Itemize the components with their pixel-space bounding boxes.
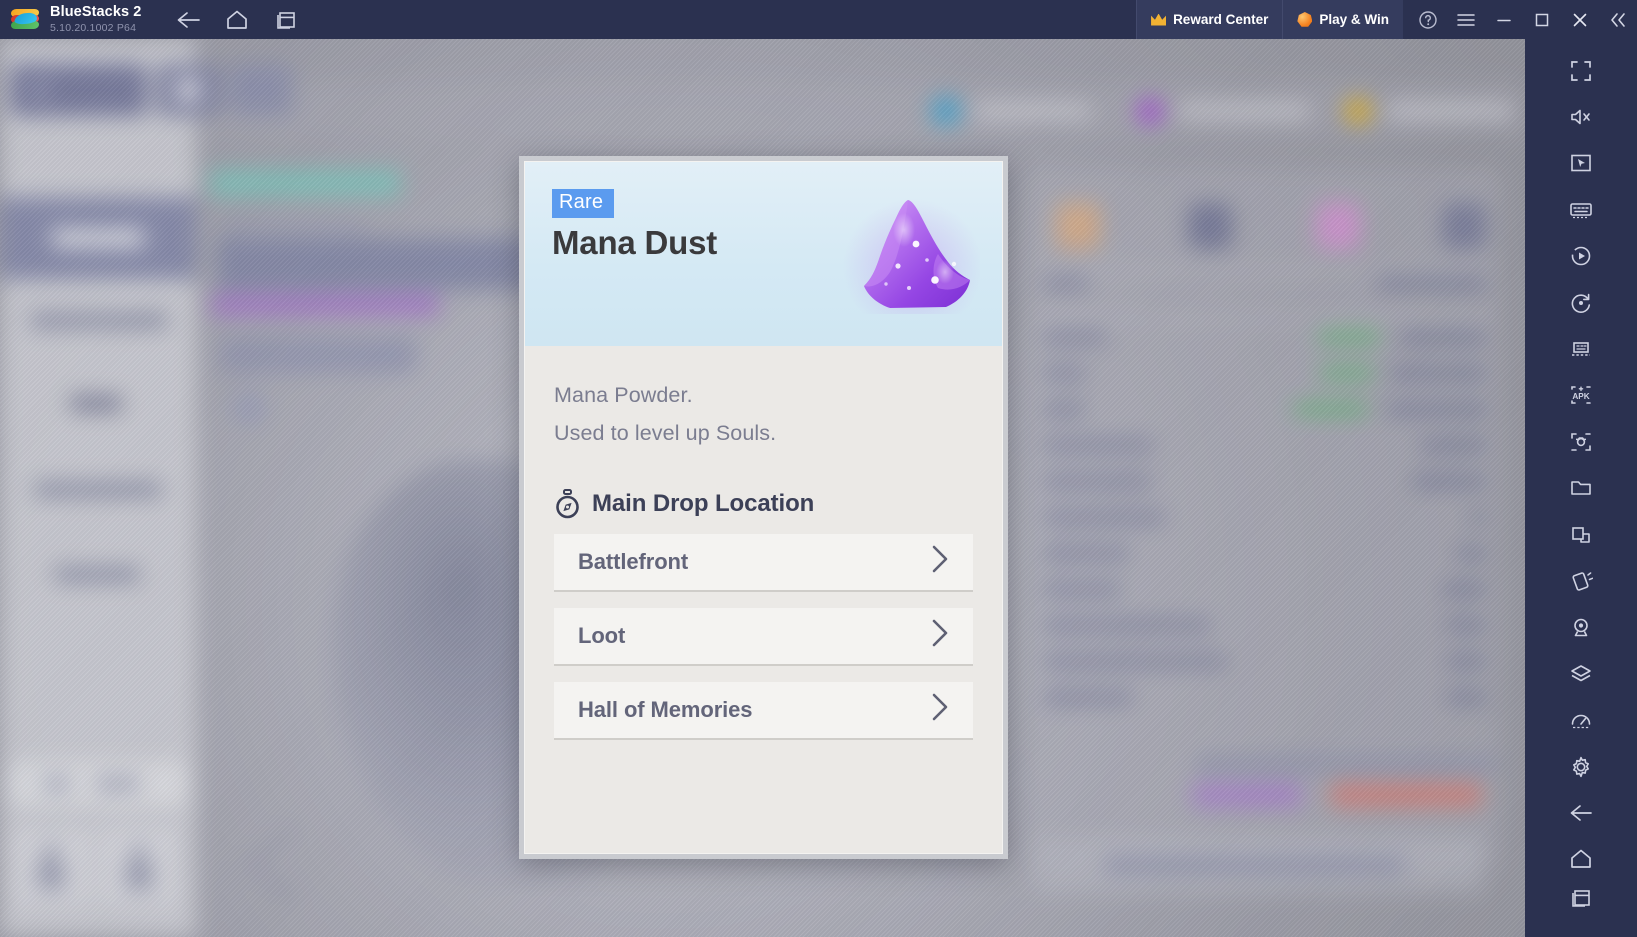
keyboard-icon [1570,203,1592,219]
settings-button[interactable] [1556,749,1606,784]
layers-button[interactable] [1556,656,1606,691]
bluestacks-logo [10,8,41,32]
drop-location-label: Battlefront [578,548,689,574]
play-and-win-label: Play & Win [1319,12,1389,27]
android-recents-button[interactable] [1556,888,1606,926]
home-button[interactable] [220,5,254,35]
apk-plus-icon: APK [1571,386,1591,405]
camera-frame-icon [1571,433,1591,451]
app-title-block: BlueStacks 2 5.10.20.1002 P64 [50,5,141,33]
maximize-icon [1535,13,1549,26]
item-detail-body: Mana Powder. Used to level up Souls. Mai… [525,346,1002,853]
cursor-in-frame-icon [1571,155,1591,172]
media-manager-button[interactable] [1556,471,1606,506]
drop-location-section-header: Main Drop Location [554,488,973,519]
shake-device-icon [1572,572,1593,591]
orange-badge-icon [1297,12,1313,27]
menu-button[interactable] [1447,0,1485,39]
titlebar-right-group: Reward Center Play & Win [1136,0,1637,39]
rarity-badge: Rare [552,189,615,218]
drop-location-row-battlefront[interactable]: Battlefront [554,533,973,592]
multi-instance-manager-button[interactable] [1556,331,1606,366]
play-circle-icon [1571,246,1591,266]
item-description-line-1: Mana Powder. [554,383,693,407]
app-name: BlueStacks 2 [50,4,142,21]
android-back-button[interactable] [1556,795,1606,830]
location-pin-icon [1574,619,1588,637]
back-arrow-icon [1570,805,1592,821]
item-detail-inner: Rare Mana Dust Mana Powder. Used to leve… [524,161,1003,854]
gear-icon [1573,756,1589,777]
back-button[interactable] [171,5,205,35]
install-apk-button[interactable]: APK [1556,378,1606,413]
item-detail-dialog: Rare Mana Dust Mana Powder. Used to leve… [519,156,1008,859]
bluestacks-titlebar: BlueStacks 2 5.10.20.1002 P64 Reward Cen… [0,0,1637,39]
item-artwork [834,186,986,314]
svg-text:APK: APK [1572,392,1589,401]
chevron-right-icon [928,542,953,581]
screenshot-button[interactable] [1556,424,1606,459]
maximize-button[interactable] [1523,0,1561,39]
window-controls [1403,0,1637,39]
script-button[interactable] [1556,285,1606,320]
drop-location-section-title: Main Drop Location [592,489,815,517]
speaker-mute-icon [1571,109,1590,125]
question-circle-icon [1419,10,1437,29]
multi-instance-button[interactable] [269,5,303,35]
chevron-right-icon [928,690,953,729]
titlebar-nav-group [171,5,303,35]
home-icon [1571,849,1591,869]
minimize-icon [1497,19,1511,21]
bluestacks-sidebar: APK [1525,39,1637,937]
reward-center-label: Reward Center [1173,12,1269,27]
crown-icon [1151,14,1166,26]
hamburger-icon [1457,13,1475,26]
instances-icon [1572,342,1590,356]
game-controls-button[interactable] [1556,146,1606,181]
drop-location-label: Hall of Memories [578,696,753,722]
reward-center-button[interactable]: Reward Center [1136,0,1283,39]
keymapping-button[interactable] [1556,192,1606,227]
drop-location-row-hall-of-memories[interactable]: Hall of Memories [554,681,973,740]
play-and-win-button[interactable]: Play & Win [1282,0,1403,39]
drop-location-list: Battlefront Loot Hall of Memories [554,533,973,740]
drop-location-row-loot[interactable]: Loot [554,607,973,666]
double-chevron-left-icon [1611,12,1625,27]
collapse-sidebar-button[interactable] [1599,0,1637,39]
drop-location-label: Loot [578,622,626,648]
item-detail-header: Rare Mana Dust [525,162,1002,346]
mute-button[interactable] [1556,99,1606,134]
minimize-button[interactable] [1485,0,1523,39]
layers-icon [1571,664,1591,682]
home-icon [227,10,248,29]
speedometer-icon [1571,714,1591,729]
back-arrow-icon [178,11,201,28]
help-button[interactable] [1409,0,1447,39]
close-button[interactable] [1561,0,1599,39]
performance-button[interactable] [1556,702,1606,737]
item-description-line-2: Used to level up Souls. [554,421,777,446]
multi-instance-icon [277,11,296,29]
fullscreen-icon [1571,60,1591,81]
compass-icon [556,488,579,518]
chevron-right-icon [928,616,953,655]
app-version: 5.10.20.1002 P64 [50,21,137,34]
close-icon [1573,13,1587,26]
macro-recorder-button[interactable] [1556,239,1606,274]
location-button[interactable] [1556,610,1606,645]
rotate-dot-icon [1571,293,1591,313]
folder-icon [1571,481,1591,496]
game-viewport: Rare Mana Dust Mana Powder. Used to leve… [0,39,1525,937]
recents-icon [1572,890,1590,907]
fullscreen-button[interactable] [1556,53,1606,88]
android-home-button[interactable] [1556,842,1606,877]
copy-to-pc-button[interactable] [1556,517,1606,552]
purple-mana-crystal-icon [864,200,970,308]
copy-window-icon [1572,526,1590,543]
shake-button[interactable] [1556,563,1606,598]
